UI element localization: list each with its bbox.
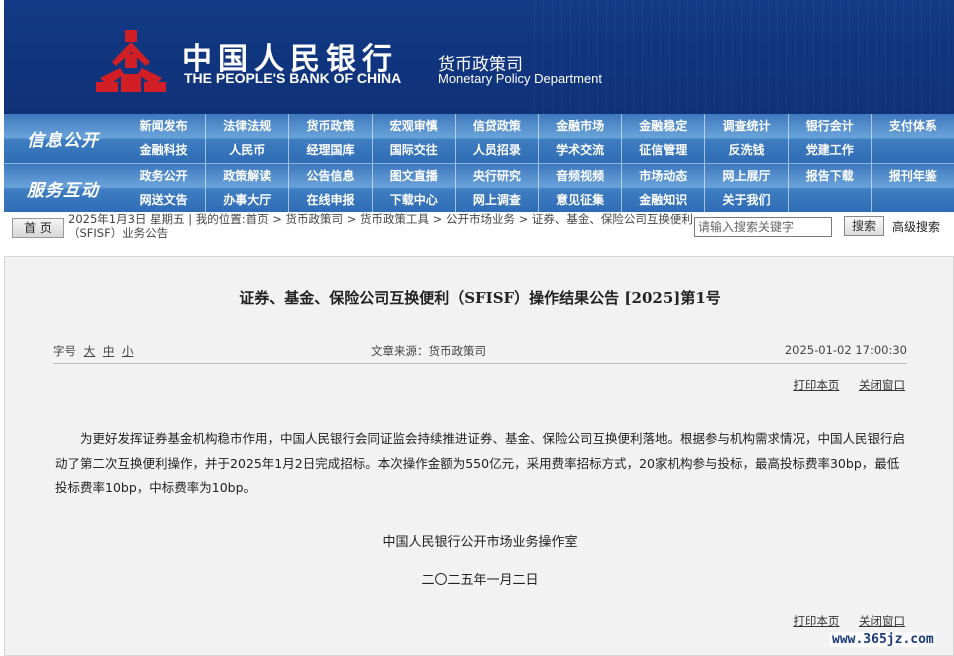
nav-item[interactable]: 报刊年鉴 bbox=[870, 164, 954, 188]
site-header: 中国人民银行 THE PEOPLE'S BANK OF CHINA 货币政策司 … bbox=[4, 0, 954, 114]
nav-item[interactable]: 办事大厅 bbox=[205, 188, 288, 213]
pboc-logo-icon[interactable] bbox=[94, 28, 168, 94]
nav-item[interactable]: 调查统计 bbox=[704, 114, 787, 138]
nav-section-label: 服务互动 bbox=[27, 181, 99, 201]
nav-item[interactable]: 政策解读 bbox=[205, 164, 288, 188]
close-window-link[interactable]: 关闭窗口 bbox=[859, 614, 905, 628]
nav-item[interactable]: 新闻发布 bbox=[122, 114, 205, 138]
watermark: www.365jz.com bbox=[830, 632, 936, 647]
font-size-small-link[interactable]: 小 bbox=[122, 344, 134, 358]
nav-item[interactable]: 征信管理 bbox=[621, 138, 704, 163]
nav-item[interactable]: 网上展厅 bbox=[704, 164, 787, 188]
article-body: 为更好发挥证券基金机构稳市作用，中国人民银行会同证监会持续推进证券、基金、保险公… bbox=[55, 431, 906, 495]
nav-grid: 政务公开 政策解读 公告信息 图文直播 央行研究 音频视频 市场动态 网上展厅 报告下载 报刊年鉴… bbox=[122, 164, 954, 213]
breadcrumb: 2025年1月3日 星期五 | 我的位置:首页 > 货币政策司 > 货币政策工具… bbox=[68, 212, 693, 240]
nav-item[interactable]: 报告下载 bbox=[787, 164, 871, 188]
nav-item[interactable]: 信贷政策 bbox=[454, 114, 538, 138]
advanced-search-link[interactable]: 高级搜索 bbox=[892, 218, 940, 235]
font-size-controls: 字号 大 中 小 bbox=[53, 343, 133, 359]
nav-item-empty bbox=[870, 188, 954, 213]
nav-item[interactable]: 经理国库 bbox=[288, 138, 371, 163]
nav-item-empty bbox=[870, 138, 954, 163]
nav-item[interactable]: 关于我们 bbox=[704, 188, 787, 213]
nav-item[interactable]: 金融市场 bbox=[537, 114, 621, 138]
nav-item[interactable]: 市场动态 bbox=[621, 164, 704, 188]
nav-item[interactable]: 网上调查 bbox=[454, 188, 538, 213]
nav-item[interactable]: 宏观审慎 bbox=[371, 114, 455, 138]
divider bbox=[53, 363, 907, 364]
nav-item[interactable]: 支付体系 bbox=[870, 114, 954, 138]
department-name-en: Monetary Policy Department bbox=[438, 71, 603, 86]
nav-item[interactable]: 人民币 bbox=[205, 138, 288, 163]
bank-name-en: THE PEOPLE'S BANK OF CHINA bbox=[184, 70, 402, 86]
article-title: 证券、基金、保险公司互换便利（SFISF）操作结果公告 [2025]第1号 bbox=[239, 289, 721, 307]
nav-item[interactable]: 金融科技 bbox=[122, 138, 205, 163]
home-button[interactable]: 首 页 bbox=[12, 218, 64, 238]
nav-item[interactable]: 金融稳定 bbox=[621, 114, 704, 138]
search-button[interactable]: 搜索 bbox=[844, 216, 884, 236]
nav-item-empty bbox=[787, 188, 871, 213]
nav-item[interactable]: 金融知识 bbox=[621, 188, 704, 213]
nav-item[interactable]: 党建工作 bbox=[787, 138, 871, 163]
nav-item[interactable]: 货币政策 bbox=[288, 114, 371, 138]
header-decoration bbox=[534, 0, 954, 114]
font-size-large-link[interactable]: 大 bbox=[84, 344, 96, 358]
article-actions-top: 打印本页 关闭窗口 bbox=[777, 377, 905, 393]
nav-item[interactable]: 政务公开 bbox=[122, 164, 205, 188]
nav-item[interactable]: 音频视频 bbox=[537, 164, 621, 188]
font-size-label: 字号 bbox=[53, 344, 76, 358]
nav-section-label: 信息公开 bbox=[27, 131, 99, 151]
nav-item[interactable]: 图文直播 bbox=[371, 164, 455, 188]
close-window-link[interactable]: 关闭窗口 bbox=[859, 378, 905, 392]
print-page-link[interactable]: 打印本页 bbox=[793, 378, 839, 392]
font-size-medium-link[interactable]: 中 bbox=[103, 344, 115, 358]
nav-item[interactable]: 学术交流 bbox=[537, 138, 621, 163]
article-date: 2025-01-02 17:00:30 bbox=[784, 343, 907, 357]
nav-item[interactable]: 人员招录 bbox=[454, 138, 538, 163]
article-panel: 证券、基金、保险公司互换便利（SFISF）操作结果公告 [2025]第1号 字号… bbox=[4, 256, 954, 656]
nav-item[interactable]: 央行研究 bbox=[454, 164, 538, 188]
article-meta: 字号 大 中 小 文章来源：货币政策司 2025-01-02 17:00:30 bbox=[53, 343, 907, 361]
nav-item[interactable]: 银行会计 bbox=[787, 114, 871, 138]
print-page-link[interactable]: 打印本页 bbox=[793, 614, 839, 628]
nav-item[interactable]: 意见征集 bbox=[537, 188, 621, 213]
nav-item[interactable]: 网送文告 bbox=[122, 188, 205, 213]
nav-item[interactable]: 法律法规 bbox=[205, 114, 288, 138]
location-bar: 首 页 2025年1月3日 星期五 | 我的位置:首页 > 货币政策司 > 货币… bbox=[4, 212, 954, 242]
nav-item[interactable]: 公告信息 bbox=[288, 164, 371, 188]
nav-item[interactable]: 反洗钱 bbox=[704, 138, 787, 163]
nav-item[interactable]: 在线申报 bbox=[288, 188, 371, 213]
nav-section-service: 服务互动 政务公开 政策解读 公告信息 图文直播 央行研究 音频视频 市场动态 网上展厅 报告下… bbox=[4, 163, 954, 213]
main-navigation: 信息公开 新闻发布 法律法规 货币政策 宏观审慎 信贷政策 金融市场 金融稳定 调查统计 银行会… bbox=[4, 114, 954, 213]
search-input[interactable]: 请输入搜索关键字 bbox=[694, 217, 832, 237]
article-source: 文章来源：货币政策司 bbox=[371, 344, 486, 358]
article-actions-bottom: 打印本页 关闭窗口 bbox=[777, 613, 905, 629]
nav-item[interactable]: 国际交往 bbox=[371, 138, 455, 163]
nav-item[interactable]: 下载中心 bbox=[371, 188, 455, 213]
nav-grid: 新闻发布 法律法规 货币政策 宏观审慎 信贷政策 金融市场 金融稳定 调查统计 银行会计 支付体系… bbox=[122, 114, 954, 163]
signature-date: 二〇二五年一月二日 bbox=[421, 573, 539, 588]
nav-section-info: 信息公开 新闻发布 法律法规 货币政策 宏观审慎 信贷政策 金融市场 金融稳定 调查统计 银行会… bbox=[4, 114, 954, 163]
signature-organization: 中国人民银行公开市场业务操作室 bbox=[382, 535, 578, 550]
